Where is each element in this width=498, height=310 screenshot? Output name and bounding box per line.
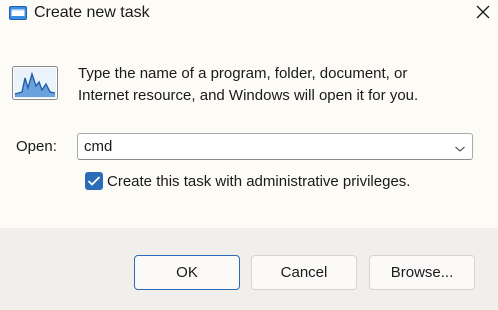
browse-button[interactable]: Browse... — [369, 255, 475, 290]
chevron-down-icon — [455, 146, 465, 152]
checkmark-icon — [87, 176, 101, 186]
ok-button[interactable]: OK — [134, 255, 240, 290]
open-combobox[interactable] — [77, 133, 473, 160]
description-line-1: Type the name of a program, folder, docu… — [78, 65, 408, 82]
admin-privileges-checkbox[interactable] — [85, 172, 103, 190]
description-line-2: Internet resource, and Windows will open… — [78, 87, 419, 104]
run-dialog-icon — [9, 6, 27, 21]
window-title: Create new task — [34, 4, 150, 21]
title-bar[interactable]: Create new task — [0, 0, 498, 30]
cancel-button[interactable]: Cancel — [251, 255, 357, 290]
task-manager-performance-icon — [12, 66, 58, 100]
dialog-description: Type the name of a program, folder, docu… — [78, 63, 478, 107]
open-label: Open: — [16, 138, 57, 155]
admin-privileges-label[interactable]: Create this task with administrative pri… — [107, 173, 410, 191]
close-button[interactable] — [470, 0, 496, 26]
create-new-task-dialog: Create new task Type the name of a progr… — [0, 0, 498, 310]
combo-dropdown-button[interactable] — [454, 141, 466, 152]
close-icon — [476, 5, 490, 19]
open-input[interactable] — [84, 137, 444, 156]
